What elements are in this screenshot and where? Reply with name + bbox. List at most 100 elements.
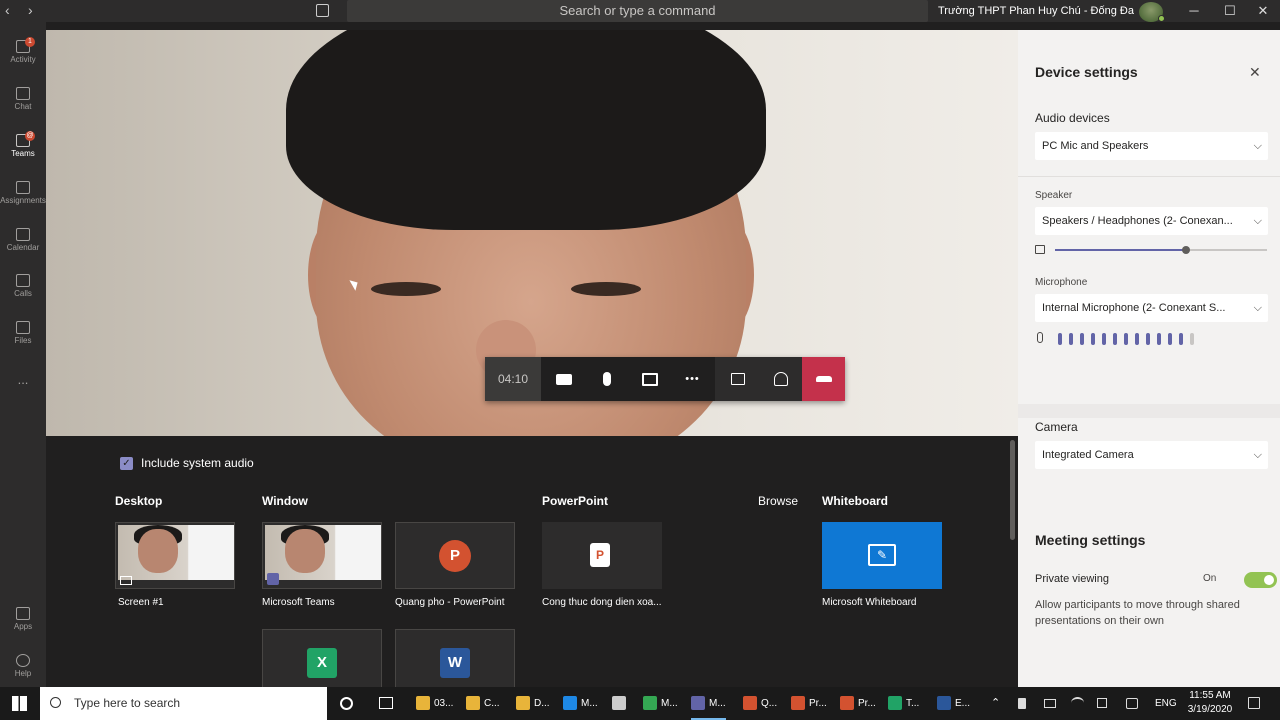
taskbar-app-button[interactable]: M... — [563, 687, 598, 720]
taskbar-search-input[interactable]: Type here to search — [40, 687, 327, 720]
taskbar-app-button[interactable]: Pr... — [840, 687, 876, 720]
rail-label: Activity — [10, 55, 36, 64]
meeting-settings-title: Meeting settings — [1035, 532, 1146, 548]
rail-item-files[interactable]: Files — [0, 321, 46, 345]
rail-item-chat[interactable]: Chat — [0, 87, 46, 111]
rail-item-calls[interactable]: Calls — [0, 274, 46, 298]
rail-item-help[interactable]: Help — [0, 654, 46, 678]
taskbar-app-button[interactable]: D... — [516, 687, 550, 720]
usb-icon[interactable] — [1018, 698, 1026, 709]
show-hidden-icons-button[interactable]: ⌃ — [991, 687, 1000, 720]
action-center-icon[interactable] — [1248, 697, 1260, 709]
microphone-icon — [602, 372, 611, 387]
rail-label: Files — [14, 336, 32, 345]
audio-device-value: PC Mic and Speakers — [1042, 140, 1149, 152]
video-subject-eye — [371, 282, 441, 296]
taskbar-app-button[interactable]: Pr... — [791, 687, 827, 720]
activity-badge: 1 — [25, 37, 35, 47]
battery-icon[interactable] — [1044, 699, 1056, 708]
mic-level-bar — [1146, 333, 1150, 345]
hang-up-button[interactable] — [802, 357, 845, 401]
pen-workspace-icon[interactable] — [1126, 698, 1138, 709]
avatar[interactable] — [1139, 2, 1165, 22]
preview-taskbar — [265, 580, 381, 588]
device-settings-title: Device settings — [1035, 64, 1138, 80]
mic-toggle-button[interactable] — [585, 357, 628, 401]
app-rail: 1 Activity Chat @ Teams Assignments Calend… — [0, 22, 46, 687]
microphone-level-icon — [1037, 332, 1043, 343]
clock-time: 11:55 AM — [1189, 690, 1231, 701]
taskbar-app-button[interactable]: C... — [466, 687, 500, 720]
preview-taskbar — [118, 580, 234, 588]
rail-label: Calendar — [6, 243, 40, 252]
taskbar-clock[interactable]: 11:55 AM 3/19/2020 — [1180, 689, 1240, 717]
share-tray-scrollbar[interactable] — [1010, 440, 1015, 540]
command-search-input[interactable]: Search or type a command — [347, 0, 928, 22]
windows-start-icon[interactable] — [12, 696, 27, 711]
org-name[interactable]: Trường THPT Phan Huy Chú - Đống Đa ⌄ — [938, 4, 1146, 17]
taskbar-app-label: T... — [906, 698, 920, 709]
forward-arrow-icon[interactable]: › — [28, 2, 33, 18]
mic-level-bar — [1168, 333, 1172, 345]
include-audio-label: Include system audio — [141, 456, 254, 470]
show-participants-button[interactable] — [759, 357, 802, 401]
mic-level-bar — [1102, 333, 1106, 345]
share-screen-1-tile[interactable] — [115, 522, 235, 589]
taskbar-app-button[interactable] — [612, 687, 630, 720]
wifi-icon[interactable] — [1071, 697, 1084, 709]
screen-preview — [118, 525, 234, 588]
share-tray-button[interactable] — [628, 357, 671, 401]
app-icon — [691, 696, 705, 711]
rail-item-calendar[interactable]: Calendar — [0, 228, 46, 252]
maximize-button[interactable]: ☐ — [1213, 0, 1247, 22]
preview-face — [285, 529, 325, 573]
taskbar-app-button[interactable]: Q... — [743, 687, 777, 720]
rail-item-apps[interactable]: Apps — [0, 607, 46, 631]
close-window-button[interactable]: ✕ — [1246, 0, 1280, 22]
taskbar-app-button[interactable]: 03... — [416, 687, 453, 720]
minimize-button[interactable]: ─ — [1177, 0, 1211, 22]
share-window-teams-tile[interactable] — [262, 522, 382, 589]
more-apps-icon[interactable]: ... — [0, 372, 46, 387]
back-arrow-icon[interactable]: ‹ — [5, 2, 10, 18]
more-actions-button[interactable]: ••• — [671, 357, 714, 401]
app-icon — [416, 696, 430, 711]
include-system-audio-checkbox[interactable]: ✓ Include system audio — [120, 456, 254, 470]
taskbar-app-label: E... — [955, 698, 971, 709]
audio-device-select[interactable]: PC Mic and Speakers ⌵ — [1035, 132, 1268, 160]
files-icon — [16, 321, 30, 334]
mic-level-bar — [1179, 333, 1183, 345]
rail-item-assignments[interactable]: Assignments — [0, 181, 46, 205]
taskbar-app-button[interactable]: M... — [691, 687, 726, 720]
speaker-select[interactable]: Speakers / Headphones (2- Conexan... ⌵ — [1035, 207, 1268, 235]
task-view-icon[interactable] — [379, 697, 393, 709]
speaker-volume-slider[interactable] — [1055, 246, 1267, 254]
private-viewing-toggle[interactable] — [1244, 572, 1277, 588]
share-ppt-file-tile[interactable]: P — [542, 522, 662, 589]
camera-toggle-button[interactable] — [542, 357, 585, 401]
microphone-select[interactable]: Internal Microphone (2- Conexant S... ⌵ — [1035, 294, 1268, 322]
rail-item-teams[interactable]: @ Teams — [0, 131, 46, 158]
rail-item-activity[interactable]: 1 Activity — [0, 37, 46, 64]
browse-link[interactable]: Browse — [758, 494, 798, 508]
language-indicator[interactable]: ENG — [1155, 687, 1177, 720]
compose-icon[interactable] — [316, 4, 329, 17]
taskbar-app-button[interactable]: T... — [888, 687, 919, 720]
camera-select[interactable]: Integrated Camera ⌵ — [1035, 441, 1268, 469]
share-screen-1-label: Screen #1 — [118, 597, 164, 608]
taskbar-app-label: M... — [661, 698, 678, 709]
cortana-icon[interactable] — [340, 697, 353, 710]
close-panel-button[interactable]: ✕ — [1249, 64, 1261, 81]
taskbar-app-button[interactable]: E... — [937, 687, 970, 720]
share-window-ppt-tile[interactable]: P — [395, 522, 515, 589]
volume-icon[interactable] — [1097, 698, 1107, 708]
share-window-excel-tile[interactable]: X — [262, 629, 382, 687]
share-whiteboard-tile[interactable]: ✎ — [822, 522, 942, 589]
volume-knob[interactable] — [1182, 246, 1191, 254]
windows-taskbar: Type here to search 03... C... D... M... M..… — [0, 687, 1280, 720]
call-timer: 04:10 — [485, 357, 541, 401]
show-conversation-button[interactable] — [716, 357, 759, 401]
share-window-word-tile[interactable]: W — [395, 629, 515, 687]
taskbar-app-button[interactable]: M... — [643, 687, 678, 720]
chevron-down-icon: ⌵ — [1253, 215, 1262, 227]
